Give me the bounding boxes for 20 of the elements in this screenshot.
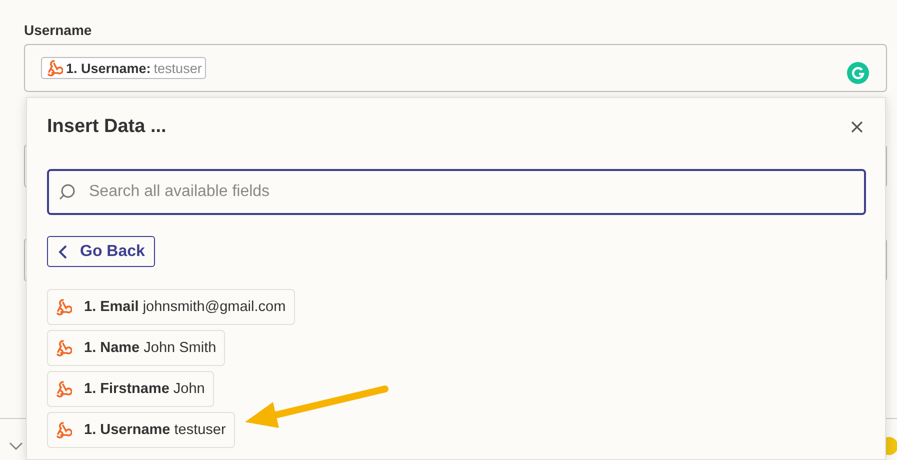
webhook-icon — [54, 298, 72, 316]
close-icon[interactable] — [851, 121, 863, 133]
panel-title: Insert Data ... — [47, 116, 166, 138]
field-option[interactable]: 1. Username testuser — [47, 412, 235, 448]
data-token[interactable]: 1. Username: testuser — [41, 57, 206, 79]
webhook-icon — [54, 421, 72, 439]
search-field[interactable]: Search all available fields — [47, 169, 866, 215]
chevron-left-icon — [58, 244, 68, 258]
grammarly-icon[interactable] — [847, 62, 869, 84]
webhook-icon — [54, 380, 72, 398]
webhook-icon — [54, 339, 72, 357]
search-icon — [57, 182, 77, 202]
input-field[interactable]: 1. Username: testuser — [24, 44, 887, 92]
webhook-icon — [45, 59, 63, 77]
field-option[interactable]: 1. Name John Smith — [47, 330, 226, 366]
field-option[interactable]: 1. Firstname John — [47, 371, 214, 407]
field-option[interactable]: 1. Email johnsmith@gmail.com — [47, 289, 295, 325]
field-label: Username — [24, 22, 93, 38]
chevron-down-icon[interactable] — [9, 442, 23, 450]
go-back-button[interactable]: Go Back — [47, 236, 155, 267]
